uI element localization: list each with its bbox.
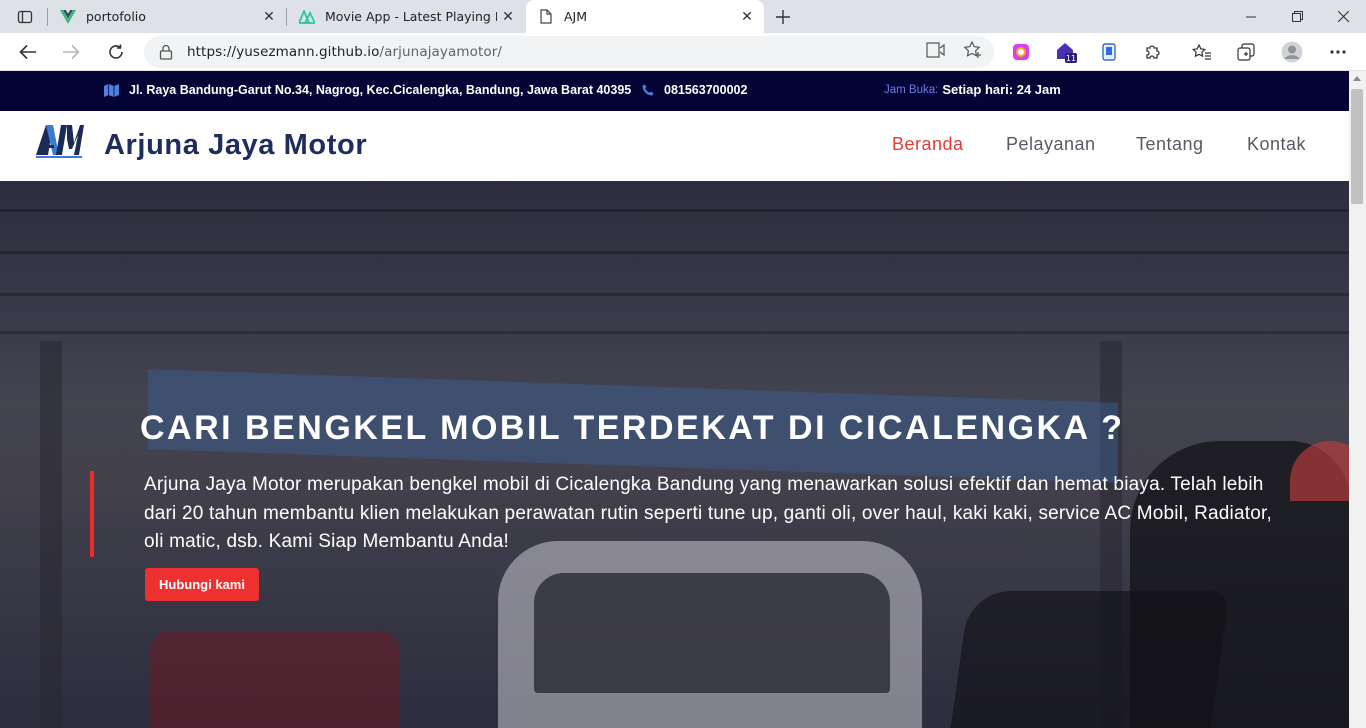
document-icon <box>538 9 554 25</box>
vue-logo-icon <box>60 9 76 25</box>
profile-avatar-icon[interactable] <box>1281 41 1303 63</box>
hero-title: CARI BENGKEL MOBIL TERDEKAT DI CICALENGK… <box>140 409 1125 447</box>
lock-icon[interactable] <box>159 44 175 60</box>
opening-hours: Jam Buka: Setiap hari: 24 Jam <box>884 82 1061 97</box>
close-tab-icon[interactable]: ✕ <box>497 6 519 28</box>
nav-link-tentang[interactable]: Tentang <box>1136 134 1204 155</box>
tablet-extension-icon[interactable] <box>1098 41 1120 63</box>
hero-accent-bar <box>90 471 94 557</box>
new-tab-button[interactable] <box>770 4 796 30</box>
url-host: https://yusezmann.github.io <box>187 44 380 60</box>
tab-ajm[interactable]: AJM ✕ <box>526 0 764 33</box>
movie-app-logo-icon <box>299 9 315 25</box>
phone-info: 081563700002 <box>642 83 747 97</box>
scroll-up-arrow-icon[interactable] <box>1353 76 1361 81</box>
back-button[interactable] <box>13 37 43 67</box>
tab-title: Movie App - Latest Playing Movi <box>325 9 497 24</box>
scrollbar-thumb[interactable] <box>1351 89 1363 204</box>
contact-top-bar: Jl. Raya Bandung-Garut No.34, Nagrog, Ke… <box>0 71 1349 111</box>
phone-text[interactable]: 081563700002 <box>664 83 747 97</box>
collections-icon[interactable] <box>1235 41 1257 63</box>
forward-button[interactable] <box>56 37 86 67</box>
close-tab-icon[interactable]: ✕ <box>258 6 280 28</box>
favorites-icon[interactable] <box>1191 41 1213 63</box>
brand-name[interactable]: Arjuna Jaya Motor <box>104 129 367 162</box>
extension-colorful-icon[interactable] <box>1010 41 1032 63</box>
hero-section: CARI BENGKEL MOBIL TERDEKAT DI CICALENGK… <box>0 181 1349 728</box>
phone-icon <box>642 84 654 96</box>
web-page: Jl. Raya Bandung-Garut No.34, Nagrog, Ke… <box>0 71 1349 728</box>
browser-toolbar: https://yusezmann.github.io/arjunajayamo… <box>0 33 1366 71</box>
map-icon <box>104 83 119 97</box>
tab-actions-icon[interactable] <box>8 4 42 30</box>
address-info: Jl. Raya Bandung-Garut No.34, Nagrog, Ke… <box>104 83 631 97</box>
url-path: /arjunajayamotor/ <box>379 44 503 60</box>
collections-badge-count: 11 <box>1066 54 1076 63</box>
collections-badge-icon[interactable]: 11 <box>1055 41 1077 63</box>
contact-us-button[interactable]: Hubungi kami <box>145 568 259 601</box>
favorite-add-icon[interactable] <box>963 40 983 60</box>
address-text: Jl. Raya Bandung-Garut No.34, Nagrog, Ke… <box>129 83 632 97</box>
minimize-button[interactable] <box>1228 0 1274 33</box>
tab-movie-app[interactable]: Movie App - Latest Playing Movi ✕ <box>287 0 525 33</box>
immersive-reader-icon[interactable] <box>926 40 946 60</box>
url-text[interactable]: https://yusezmann.github.io/arjunajayamo… <box>187 44 502 60</box>
address-bar[interactable]: https://yusezmann.github.io/arjunajayamo… <box>144 36 994 68</box>
refresh-button[interactable] <box>101 37 131 67</box>
tab-portofolio[interactable]: portofolio ✕ <box>48 0 286 33</box>
hero-description: Arjuna Jaya Motor merupakan bengkel mobi… <box>144 474 1272 552</box>
nav-link-kontak[interactable]: Kontak <box>1247 134 1306 155</box>
site-navbar: Arjuna Jaya Motor Beranda Pelayanan Tent… <box>0 111 1349 181</box>
restore-button[interactable] <box>1274 0 1320 33</box>
close-window-button[interactable] <box>1320 0 1366 33</box>
hours-value: Setiap hari: 24 Jam <box>942 82 1061 97</box>
hours-label: Jam Buka: <box>884 83 939 96</box>
tab-title: AJM <box>564 9 588 24</box>
more-menu-icon[interactable] <box>1327 41 1349 63</box>
nav-link-pelayanan[interactable]: Pelayanan <box>1006 134 1096 155</box>
page-scrollbar[interactable] <box>1349 71 1366 728</box>
browser-tab-bar: portofolio ✕ Movie App - Latest Playing … <box>0 0 1366 33</box>
nav-link-beranda[interactable]: Beranda <box>892 134 964 155</box>
extensions-puzzle-icon[interactable] <box>1142 41 1164 63</box>
ajm-logo[interactable] <box>36 121 84 159</box>
close-tab-icon[interactable]: ✕ <box>736 6 758 28</box>
tab-title: portofolio <box>86 9 146 24</box>
